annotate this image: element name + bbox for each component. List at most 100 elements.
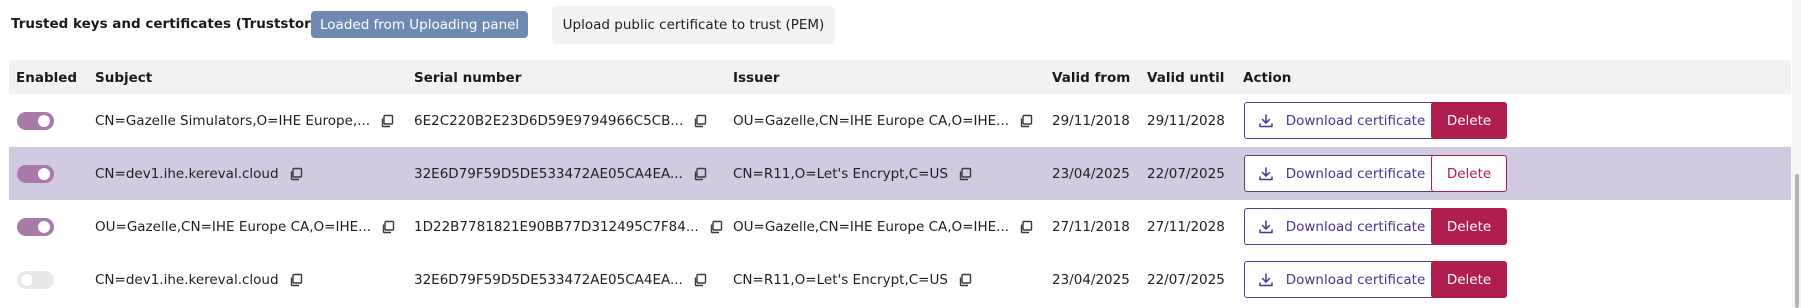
- valid-until-cell: 22/07/2025: [1147, 147, 1225, 200]
- copy-icon[interactable]: [289, 273, 303, 287]
- source-pill[interactable]: Loaded from Uploading panel: [311, 11, 529, 38]
- valid-until-text: 22/07/2025: [1147, 165, 1225, 182]
- table-row[interactable]: CN=Gazelle Simulators,O=IHE Europe,... 6…: [9, 94, 1791, 147]
- enabled-cell: [17, 147, 54, 200]
- action-cell: Download certificate: [1244, 253, 1439, 306]
- valid-from-text: 23/04/2025: [1052, 165, 1130, 182]
- valid-until-cell: 29/11/2028: [1147, 94, 1225, 147]
- enabled-cell: [17, 253, 54, 306]
- download-label: Download certificate: [1285, 165, 1426, 182]
- subject-cell: CN=Gazelle Simulators,O=IHE Europe,...: [95, 94, 394, 147]
- copy-icon[interactable]: [693, 167, 707, 181]
- serial-text: 6E2C220B2E23D6D59E9794966C5CB...: [414, 112, 684, 129]
- column-valid-from: Valid from: [1052, 70, 1131, 86]
- download-label: Download certificate: [1285, 112, 1426, 129]
- valid-until-cell: 27/11/2028: [1147, 200, 1225, 253]
- valid-until-cell: 22/07/2025: [1147, 253, 1225, 306]
- download-certificate-button[interactable]: Download certificate: [1244, 102, 1439, 139]
- copy-icon[interactable]: [1019, 220, 1033, 234]
- truststore-table: Enabled Subject Serial number Issuer Val…: [9, 60, 1791, 298]
- delete-button[interactable]: Delete: [1431, 102, 1507, 139]
- enabled-toggle[interactable]: [17, 270, 54, 289]
- delete-button[interactable]: Delete: [1431, 155, 1507, 192]
- column-subject: Subject: [95, 70, 153, 86]
- copy-icon[interactable]: [958, 273, 972, 287]
- delete-cell: Delete: [1431, 94, 1507, 147]
- issuer-text: OU=Gazelle,CN=IHE Europe CA,O=IHE...: [733, 218, 1010, 235]
- toggle-knob: [38, 220, 50, 233]
- issuer-text: OU=Gazelle,CN=IHE Europe CA,O=IHE...: [733, 112, 1010, 129]
- valid-from-text: 29/11/2018: [1052, 112, 1130, 129]
- column-valid-until: Valid until: [1147, 70, 1225, 86]
- subject-text: CN=Gazelle Simulators,O=IHE Europe,...: [95, 112, 371, 129]
- enabled-cell: [17, 200, 54, 253]
- serial-cell: 1D22B7781821E90BB77D312495C7F84...: [414, 200, 723, 253]
- download-label: Download certificate: [1285, 218, 1426, 235]
- toggle-knob: [21, 273, 33, 286]
- table-row[interactable]: CN=dev1.ihe.kereval.cloud 32E6D79F59D5DE…: [9, 253, 1791, 306]
- delete-button[interactable]: Delete: [1431, 261, 1507, 298]
- valid-from-cell: 29/11/2018: [1052, 94, 1130, 147]
- delete-cell: Delete: [1431, 253, 1507, 306]
- download-label: Download certificate: [1285, 271, 1426, 288]
- serial-text: 32E6D79F59D5DE533472AE05CA4EA...: [414, 271, 683, 288]
- subject-cell: CN=dev1.ihe.kereval.cloud: [95, 147, 303, 200]
- enabled-toggle[interactable]: [17, 111, 54, 130]
- copy-icon[interactable]: [693, 114, 707, 128]
- valid-until-text: 22/07/2025: [1147, 271, 1225, 288]
- table-row[interactable]: CN=dev1.ihe.kereval.cloud 32E6D79F59D5DE…: [9, 147, 1791, 200]
- section-title: Trusted keys and certificates (Truststor…: [11, 16, 327, 32]
- copy-icon[interactable]: [381, 220, 395, 234]
- truststore-header: Trusted keys and certificates (Truststor…: [0, 0, 1790, 50]
- issuer-cell: CN=R11,O=Let's Encrypt,C=US: [733, 253, 972, 306]
- serial-cell: 6E2C220B2E23D6D59E9794966C5CB...: [414, 94, 707, 147]
- copy-icon[interactable]: [289, 167, 303, 181]
- serial-cell: 32E6D79F59D5DE533472AE05CA4EA...: [414, 253, 707, 306]
- valid-from-cell: 23/04/2025: [1052, 147, 1130, 200]
- enabled-toggle[interactable]: [17, 217, 54, 236]
- subject-cell: OU=Gazelle,CN=IHE Europe CA,O=IHE...: [95, 200, 395, 253]
- copy-icon[interactable]: [709, 220, 723, 234]
- scrollbar-thumb[interactable]: [1795, 174, 1799, 308]
- download-icon: [1258, 272, 1286, 288]
- toggle-knob: [38, 167, 50, 180]
- download-certificate-button[interactable]: Download certificate: [1244, 208, 1439, 245]
- table-row[interactable]: OU=Gazelle,CN=IHE Europe CA,O=IHE... 1D2…: [9, 200, 1791, 253]
- action-cell: Download certificate: [1244, 200, 1439, 253]
- column-serial-number: Serial number: [414, 70, 522, 86]
- download-certificate-button[interactable]: Download certificate: [1244, 155, 1439, 192]
- download-icon: [1258, 113, 1286, 129]
- subject-cell: CN=dev1.ihe.kereval.cloud: [95, 253, 303, 306]
- download-certificate-button[interactable]: Download certificate: [1244, 261, 1439, 298]
- valid-from-cell: 23/04/2025: [1052, 253, 1130, 306]
- subject-text: CN=dev1.ihe.kereval.cloud: [95, 271, 279, 288]
- issuer-text: CN=R11,O=Let's Encrypt,C=US: [733, 271, 948, 288]
- valid-until-text: 27/11/2028: [1147, 218, 1225, 235]
- copy-icon[interactable]: [958, 167, 972, 181]
- valid-from-text: 23/04/2025: [1052, 271, 1130, 288]
- delete-button[interactable]: Delete: [1431, 208, 1507, 245]
- toggle-knob: [38, 114, 50, 127]
- issuer-cell: OU=Gazelle,CN=IHE Europe CA,O=IHE...: [733, 94, 1033, 147]
- enabled-cell: [17, 94, 54, 147]
- column-issuer: Issuer: [733, 70, 780, 86]
- vertical-scrollbar[interactable]: [1792, 0, 1801, 308]
- subject-text: CN=dev1.ihe.kereval.cloud: [95, 165, 279, 182]
- download-icon: [1258, 166, 1286, 182]
- issuer-text: CN=R11,O=Let's Encrypt,C=US: [733, 165, 948, 182]
- copy-icon[interactable]: [1019, 114, 1033, 128]
- column-action: Action: [1243, 70, 1292, 86]
- issuer-cell: CN=R11,O=Let's Encrypt,C=US: [733, 147, 972, 200]
- upload-certificate-button[interactable]: Upload public certificate to trust (PEM): [552, 6, 835, 44]
- serial-text: 1D22B7781821E90BB77D312495C7F84...: [414, 218, 699, 235]
- copy-icon[interactable]: [380, 114, 394, 128]
- serial-cell: 32E6D79F59D5DE533472AE05CA4EA...: [414, 147, 707, 200]
- download-icon: [1258, 219, 1286, 235]
- enabled-toggle[interactable]: [17, 164, 54, 183]
- delete-cell: Delete: [1431, 200, 1507, 253]
- valid-from-text: 27/11/2018: [1052, 218, 1130, 235]
- table-header: Enabled Subject Serial number Issuer Val…: [9, 60, 1791, 94]
- issuer-cell: OU=Gazelle,CN=IHE Europe CA,O=IHE...: [733, 200, 1033, 253]
- valid-until-text: 29/11/2028: [1147, 112, 1225, 129]
- copy-icon[interactable]: [693, 273, 707, 287]
